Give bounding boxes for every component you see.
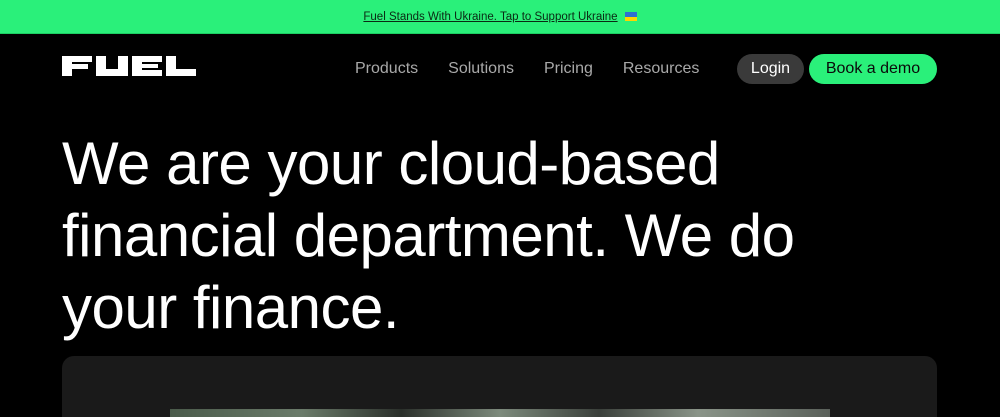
nav-solutions[interactable]: Solutions [448,58,514,80]
hero-title: We are your cloud-based financial depart… [62,130,795,341]
book-demo-button[interactable]: Book a demo [809,54,937,84]
support-ukraine-link[interactable]: Fuel Stands With Ukraine. Tap to Support… [363,10,637,23]
hero-video-preview[interactable] [170,409,830,417]
nav-links: Products Solutions Pricing Resources [355,58,729,80]
nav-products[interactable]: Products [355,58,418,80]
hero-media-card [62,356,937,417]
nav-resources[interactable]: Resources [623,58,699,80]
main-nav: Products Solutions Pricing Resources Log… [0,34,1000,104]
support-ukraine-text: Fuel Stands With Ukraine. Tap to Support… [363,10,618,23]
nav-pricing[interactable]: Pricing [544,58,593,80]
support-banner: Fuel Stands With Ukraine. Tap to Support… [0,0,1000,34]
ukraine-flag-icon [624,12,637,21]
login-button[interactable]: Login [737,54,804,84]
fuel-logo[interactable] [62,56,196,76]
